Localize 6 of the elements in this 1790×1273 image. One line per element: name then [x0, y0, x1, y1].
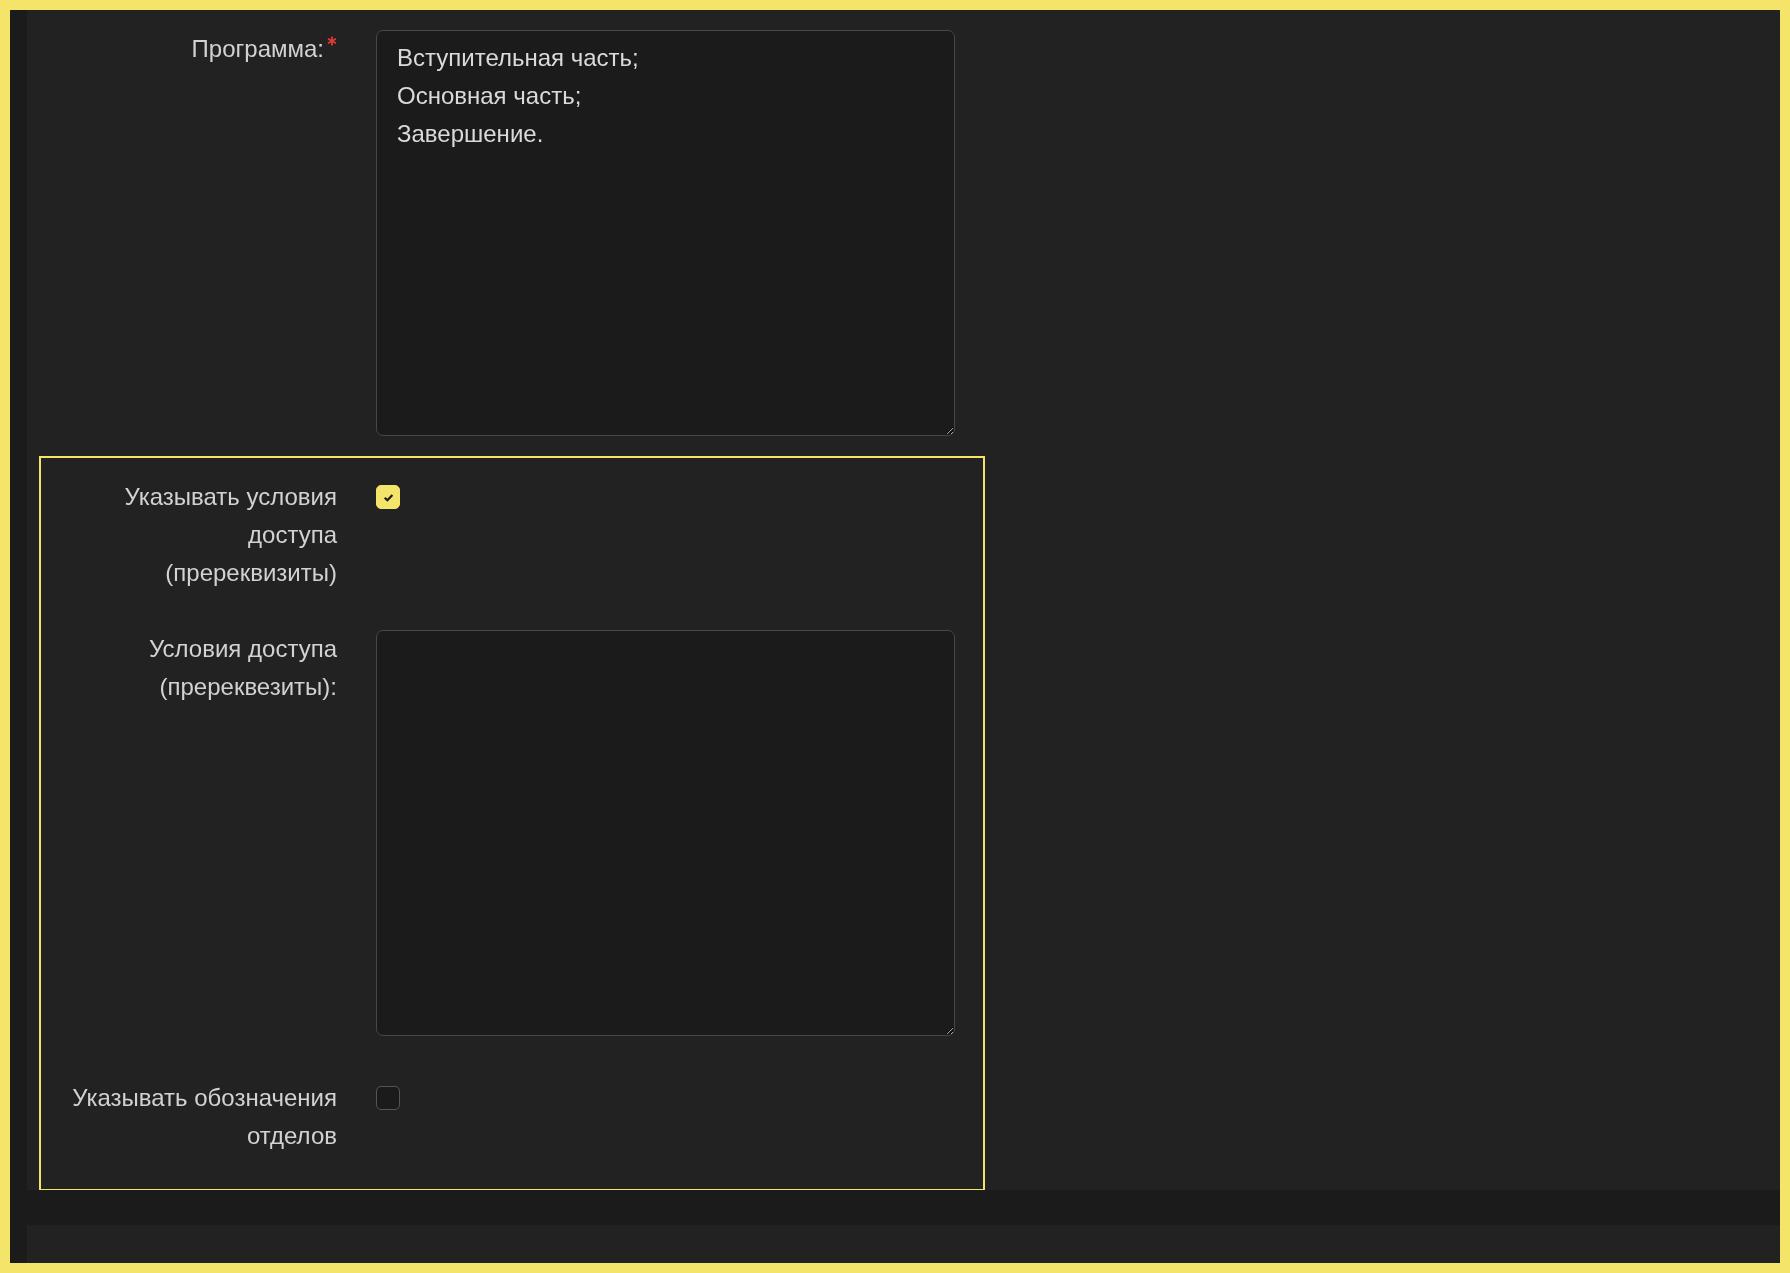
field-label: Указывать условия доступа (пререквизиты): [123, 482, 337, 588]
field-label: Указывать обозначения отделов: [71, 1083, 337, 1151]
field-label: Условия доступа (пререквезиты):: [147, 634, 337, 702]
text-area[interactable]: Вступительная часть; Основная часть; Завершение.: [376, 30, 955, 436]
checkbox[interactable]: [376, 1086, 400, 1110]
field-label: Программа:: [191, 34, 324, 64]
